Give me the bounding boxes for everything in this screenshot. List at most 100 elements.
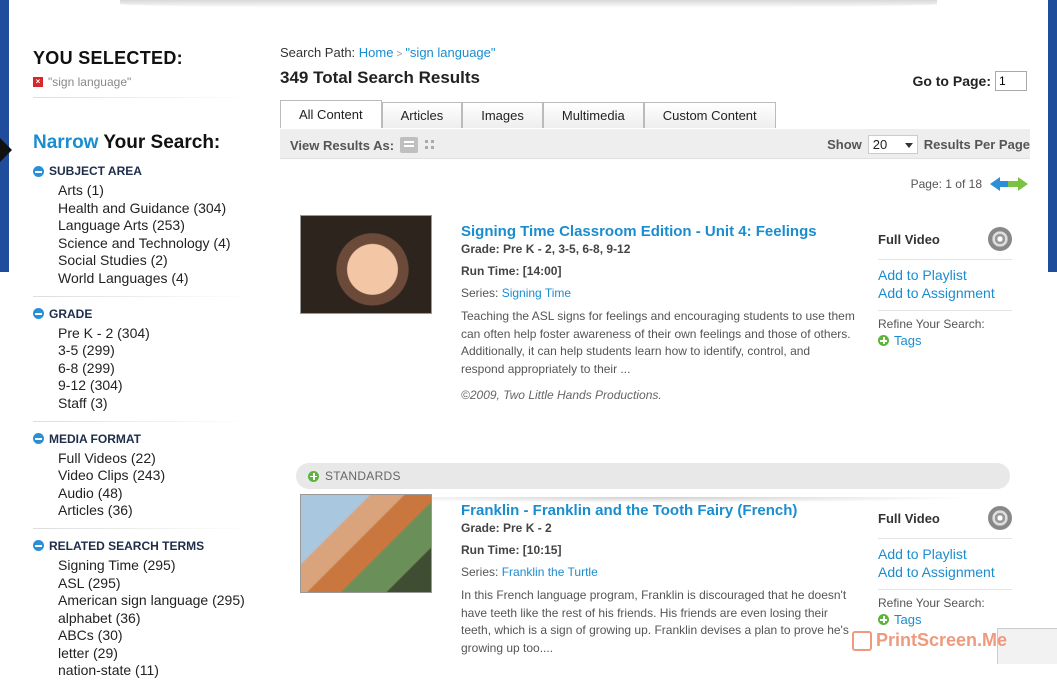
tab-articles[interactable]: Articles (381, 102, 463, 128)
facet-item[interactable]: 3-5 (299) (58, 342, 253, 360)
facet-item[interactable]: American sign language (295) (58, 592, 253, 610)
result-title-link[interactable]: Signing Time Classroom Edition - Unit 4:… (461, 223, 856, 240)
divider (878, 310, 1012, 311)
watermark: PrintScreen.Me (851, 630, 1007, 651)
collapse-arrow-icon[interactable] (0, 138, 12, 162)
facet-item[interactable]: letter (29) (58, 645, 253, 663)
facet-item[interactable]: Science and Technology (4) (58, 235, 253, 253)
goto-page-input[interactable] (995, 71, 1027, 91)
tab-all-content[interactable]: All Content (280, 100, 382, 128)
divider (878, 538, 1012, 539)
result-actions: Full Video Add to Playlist Add to Assign… (878, 227, 1012, 348)
facet-item[interactable]: 9-12 (304) (58, 377, 253, 395)
film-reel-icon (988, 506, 1012, 530)
you-selected-heading: YOU SELECTED: (33, 48, 183, 68)
prev-page-icon[interactable] (990, 177, 1009, 191)
remove-filter-icon[interactable]: × (33, 77, 43, 87)
result-title-link[interactable]: Franklin - Franklin and the Tooth Fairy … (461, 502, 856, 519)
facet-header[interactable]: RELATED SEARCH TERMS (33, 539, 253, 553)
result-copyright: ©2009, Two Little Hands Productions. (461, 388, 662, 402)
result-body: Franklin - Franklin and the Tooth Fairy … (461, 502, 856, 657)
collapse-icon[interactable] (33, 540, 44, 552)
facet-item[interactable]: Audio (48) (58, 485, 253, 503)
add-to-assignment-link[interactable]: Add to Assignment (878, 284, 1012, 302)
results-per-page: Show 20 Results Per Page (827, 135, 1030, 154)
result-description: In this French language program, Frankli… (461, 588, 849, 655)
plus-icon[interactable] (878, 614, 889, 625)
view-as: View Results As: (290, 137, 436, 153)
format-label: Full Video (878, 506, 1012, 530)
plus-icon[interactable] (308, 470, 319, 482)
facet-item[interactable]: Pre K - 2 (304) (58, 325, 253, 343)
breadcrumb: Search Path: Home > "sign language" (280, 45, 496, 60)
add-to-assignment-link[interactable]: Add to Assignment (878, 563, 1012, 581)
facet-item[interactable]: 6-8 (299) (58, 360, 253, 378)
tags-toggle[interactable]: Tags (878, 333, 1012, 348)
result-grade: Grade: Pre K - 2 (461, 521, 552, 535)
facet-subject-area: SUBJECT AREA Arts (1) Health and Guidanc… (33, 164, 253, 288)
narrow-search-heading: Narrow Your Search: (33, 132, 221, 153)
page-indicator: Page: 1 of 18 (910, 177, 982, 191)
selected-filter[interactable]: × "sign language" (33, 75, 253, 89)
facet-item[interactable]: Social Studies (2) (58, 252, 253, 270)
facet-header[interactable]: SUBJECT AREA (33, 164, 253, 178)
top-shadow (120, 0, 937, 8)
facet-item[interactable]: Arts (1) (58, 182, 253, 200)
sidebar: YOU SELECTED: × "sign language" Narrow Y… (33, 48, 253, 680)
content-tabs: All Content Articles Images Multimedia C… (280, 100, 776, 128)
result-grade: Grade: Pre K - 2, 3-5, 6-8, 9-12 (461, 242, 631, 256)
main-content: Search Path: Home > "sign language" 349 To… (280, 45, 1030, 655)
plus-icon[interactable] (878, 335, 889, 346)
per-page-select[interactable]: 20 (867, 135, 918, 154)
tab-custom-content[interactable]: Custom Content (643, 102, 776, 128)
facet-item[interactable]: Video Clips (243) (58, 467, 253, 485)
tab-images[interactable]: Images (462, 102, 543, 128)
divider (33, 295, 253, 297)
goto-page: Go to Page: (912, 71, 1027, 91)
result-description: Teaching the ASL signs for feelings and … (461, 309, 855, 376)
selected-filter-label: "sign language" (48, 75, 132, 89)
collapse-icon[interactable] (33, 165, 44, 177)
divider (878, 259, 1012, 260)
collapse-icon[interactable] (33, 433, 44, 445)
facet-item[interactable]: Full Videos (22) (58, 450, 253, 468)
film-reel-icon (988, 227, 1012, 251)
breadcrumb-term-link[interactable]: "sign language" (405, 45, 495, 60)
facet-item[interactable]: Language Arts (253) (58, 217, 253, 235)
collapse-icon[interactable] (33, 308, 44, 320)
page-frame-right (1048, 0, 1057, 272)
format-label: Full Video (878, 227, 1012, 251)
divider (33, 97, 253, 98)
facet-header[interactable]: GRADE (33, 307, 253, 321)
next-page-icon[interactable] (1008, 177, 1028, 191)
facet-item[interactable]: Signing Time (295) (58, 557, 253, 575)
tags-toggle[interactable]: Tags (878, 612, 1012, 627)
grid-view-icon[interactable] (424, 139, 436, 151)
results-toolbar: View Results As: Show 20 Results Per Pag… (280, 129, 1030, 159)
add-to-playlist-link[interactable]: Add to Playlist (878, 545, 1012, 563)
facet-item[interactable]: Health and Guidance (304) (58, 200, 253, 218)
add-to-playlist-link[interactable]: Add to Playlist (878, 266, 1012, 284)
tab-multimedia[interactable]: Multimedia (542, 102, 644, 128)
standards-toggle[interactable]: STANDARDS (296, 463, 1010, 489)
series-link[interactable]: Franklin the Turtle (502, 565, 598, 579)
facet-item[interactable]: nation-state (11) (58, 662, 253, 680)
result-thumbnail[interactable] (300, 215, 432, 314)
series-link[interactable]: Signing Time (502, 286, 571, 300)
breadcrumb-home-link[interactable]: Home (359, 45, 394, 60)
facet-item[interactable]: Articles (36) (58, 502, 253, 520)
facet-item[interactable]: alphabet (36) (58, 610, 253, 628)
facet-related-terms: RELATED SEARCH TERMS Signing Time (295) … (33, 539, 253, 680)
result-actions: Full Video Add to Playlist Add to Assign… (878, 506, 1012, 627)
facet-item[interactable]: World Languages (4) (58, 270, 253, 288)
result-thumbnail[interactable] (300, 494, 432, 593)
facet-header[interactable]: MEDIA FORMAT (33, 432, 253, 446)
facet-item[interactable]: ABCs (30) (58, 627, 253, 645)
facet-item[interactable]: ASL (295) (58, 575, 253, 593)
divider (33, 527, 253, 529)
page-frame-left (0, 0, 9, 272)
facet-item[interactable]: Staff (3) (58, 395, 253, 413)
result-series: Series: Signing Time (461, 286, 572, 300)
list-view-icon[interactable] (400, 137, 419, 153)
refine-label: Refine Your Search: (878, 317, 985, 331)
